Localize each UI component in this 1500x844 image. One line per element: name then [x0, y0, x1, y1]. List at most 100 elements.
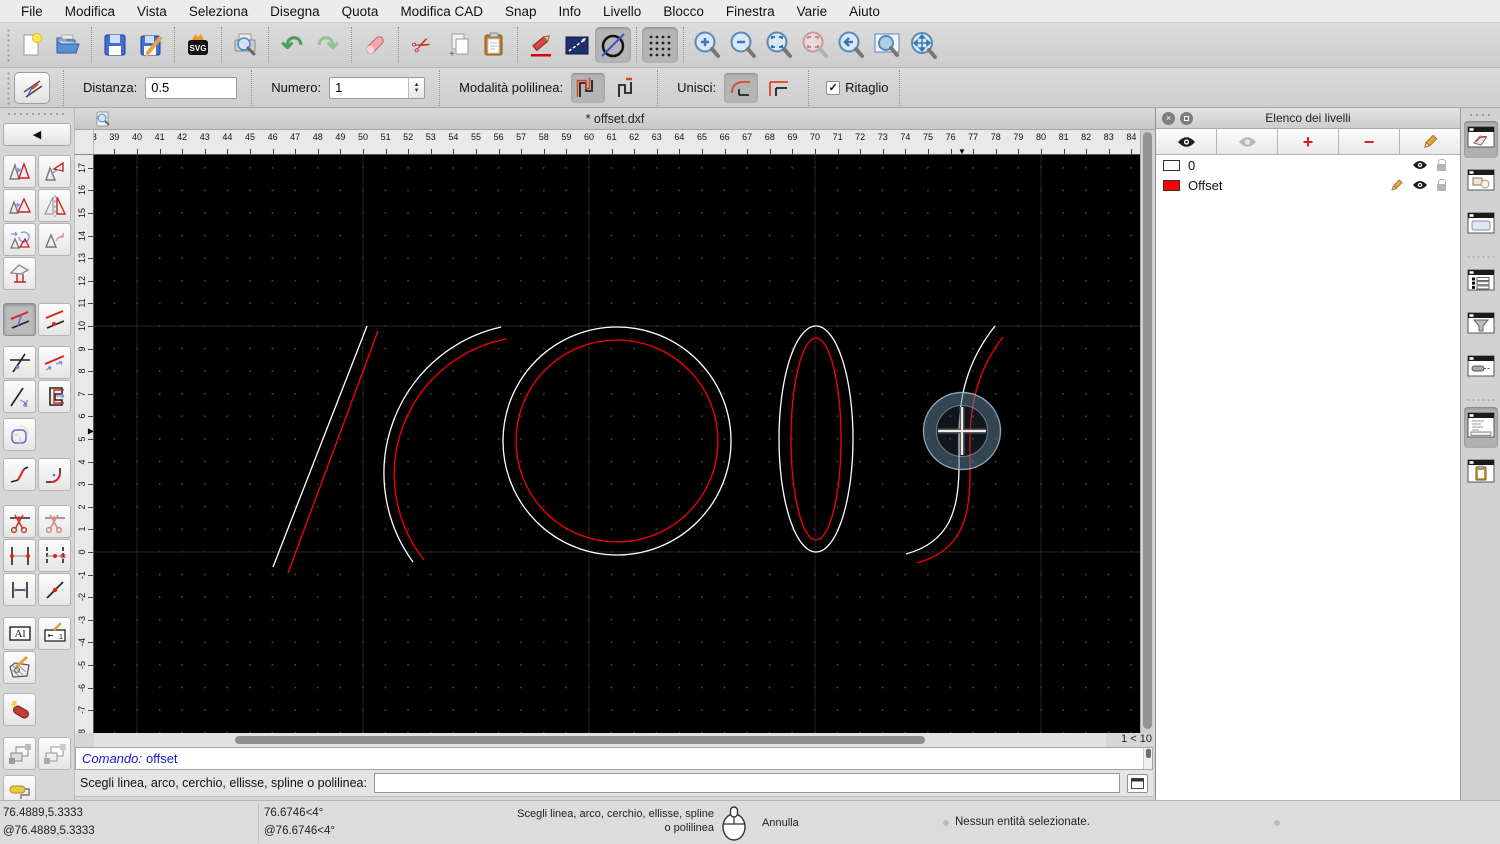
- menu-varie[interactable]: Varie: [786, 0, 839, 23]
- horizontal-scrollbar-thumb[interactable]: [235, 736, 925, 744]
- drawing-area[interactable]: [94, 155, 1140, 733]
- break-out-segment-button[interactable]: [3, 539, 36, 572]
- edit-dimension-button[interactable]: .1: [38, 617, 71, 650]
- round-corner-button[interactable]: [38, 458, 71, 491]
- selection-filter-panel-button[interactable]: [1464, 307, 1498, 344]
- lengthen-button[interactable]: x: [3, 380, 36, 413]
- property-editor-panel-button[interactable]: [1464, 264, 1498, 301]
- menu-finestra[interactable]: Finestra: [715, 0, 786, 23]
- polyline-mode-join-button[interactable]: [571, 72, 606, 103]
- divide-button[interactable]: [3, 505, 36, 538]
- print-preview-button[interactable]: [227, 27, 263, 63]
- move-rotate-button[interactable]: [3, 223, 36, 256]
- command-line-panel-button[interactable]: [1463, 407, 1498, 448]
- show-all-layers-button[interactable]: [1156, 129, 1217, 154]
- sidebar-handle[interactable]: [6, 111, 66, 116]
- rotate-button[interactable]: [38, 155, 71, 188]
- number-stepper[interactable]: ▲ ▼: [408, 77, 425, 98]
- command-window-toggle-button[interactable]: [1127, 773, 1148, 793]
- edit-properties-button[interactable]: [523, 27, 559, 63]
- ellipse-tool-button[interactable]: [595, 27, 631, 63]
- open-file-button[interactable]: [50, 27, 86, 63]
- edit-text-button[interactable]: Al: [3, 617, 36, 650]
- menu-seleziona[interactable]: Seleziona: [178, 0, 259, 23]
- menu-aiuto[interactable]: Aiuto: [838, 0, 891, 23]
- distance-input[interactable]: [145, 76, 238, 99]
- zoom-window-button[interactable]: [869, 27, 905, 63]
- layer-color-swatch[interactable]: [1163, 179, 1180, 191]
- command-input[interactable]: [373, 773, 1120, 793]
- mirror-button[interactable]: [38, 189, 71, 222]
- explode-button[interactable]: [3, 693, 36, 726]
- zoom-selection-button[interactable]: [797, 27, 833, 63]
- back-button[interactable]: ◀: [3, 123, 71, 146]
- flip-button[interactable]: [38, 223, 71, 256]
- grid-toggle-button[interactable]: [642, 27, 678, 63]
- document-tab[interactable]: * offset.dxf: [75, 108, 1155, 130]
- break-out-manual-button[interactable]: [38, 539, 71, 572]
- layer-row-0[interactable]: 0: [1156, 155, 1460, 175]
- current-tool-button[interactable]: [14, 71, 50, 104]
- menu-info[interactable]: Info: [548, 0, 593, 23]
- paint-roller-button[interactable]: [3, 775, 36, 800]
- layer-color-swatch[interactable]: [1163, 159, 1180, 171]
- undo-button[interactable]: ↶: [274, 27, 310, 63]
- join-sharp-button[interactable]: [762, 73, 796, 103]
- layer-lock-icon[interactable]: [1437, 178, 1446, 191]
- line-tool-button[interactable]: [559, 27, 595, 63]
- layer-lock-icon[interactable]: [1437, 158, 1446, 171]
- stepper-down-icon[interactable]: ▼: [414, 88, 420, 94]
- scale-button[interactable]: [3, 189, 36, 222]
- hide-all-layers-button[interactable]: [1217, 129, 1278, 154]
- zoom-out-button[interactable]: [725, 27, 761, 63]
- vertical-scrollbar-thumb[interactable]: [1143, 132, 1152, 729]
- history-scrollbar-thumb[interactable]: [1145, 749, 1151, 758]
- cut-button[interactable]: ✂: [404, 27, 440, 63]
- delete-button[interactable]: [357, 27, 393, 63]
- panel-detach-button[interactable]: [1180, 112, 1193, 125]
- menu-snap[interactable]: Snap: [494, 0, 548, 23]
- clip-polyline-button[interactable]: [38, 380, 71, 413]
- divide-manual-button[interactable]: [38, 505, 71, 538]
- options-handle[interactable]: [6, 70, 12, 105]
- trim-button[interactable]: [3, 346, 36, 379]
- measurement-panel-button[interactable]: [1464, 350, 1498, 387]
- save-button[interactable]: [97, 27, 133, 63]
- chamfer-button[interactable]: [3, 458, 36, 491]
- add-layer-button[interactable]: +: [1278, 129, 1339, 154]
- move-copy-button[interactable]: [3, 155, 36, 188]
- block-tool-1-button[interactable]: [3, 737, 36, 770]
- block-tool-2-button[interactable]: [38, 737, 71, 770]
- parallel-through-point-button[interactable]: [38, 303, 71, 336]
- paste-button[interactable]: [476, 27, 512, 63]
- split-at-point-button[interactable]: [38, 573, 71, 606]
- edit-layer-button[interactable]: [1400, 129, 1460, 154]
- menu-livello[interactable]: Livello: [592, 0, 652, 23]
- save-as-button[interactable]: [133, 27, 169, 63]
- fillet-rectangle-button[interactable]: [3, 418, 36, 451]
- remove-layer-button[interactable]: −: [1339, 129, 1400, 154]
- trim-both-button[interactable]: [38, 346, 71, 379]
- copy-button[interactable]: +: [440, 27, 476, 63]
- history-scrollbar[interactable]: [1143, 748, 1152, 769]
- horizontal-scrollbar[interactable]: [94, 733, 1106, 747]
- clipboard-panel-button[interactable]: [1464, 454, 1498, 493]
- zoom-in-button[interactable]: [689, 27, 725, 63]
- svg-export-button[interactable]: SVG: [180, 27, 216, 63]
- layer-list-panel-button[interactable]: [1463, 121, 1498, 158]
- offset-tool-button[interactable]: [3, 303, 36, 336]
- join-round-button[interactable]: [724, 72, 759, 103]
- drawing-canvas-svg[interactable]: [94, 155, 1140, 733]
- menu-file[interactable]: File: [10, 0, 54, 23]
- stretch-button[interactable]: [3, 573, 36, 606]
- layer-visible-eye-icon[interactable]: [1412, 180, 1428, 190]
- toolbar-handle[interactable]: [6, 28, 12, 62]
- library-browser-panel-button[interactable]: [1464, 207, 1498, 244]
- trim-checkbox[interactable]: ✓: [826, 80, 841, 95]
- polyline-mode-separate-button[interactable]: [609, 73, 643, 103]
- menu-vista[interactable]: Vista: [126, 0, 178, 23]
- panel-close-button[interactable]: ×: [1162, 112, 1175, 125]
- menu-quota[interactable]: Quota: [331, 0, 390, 23]
- projection-button[interactable]: [3, 257, 36, 290]
- dock-handle[interactable]: [1467, 112, 1494, 117]
